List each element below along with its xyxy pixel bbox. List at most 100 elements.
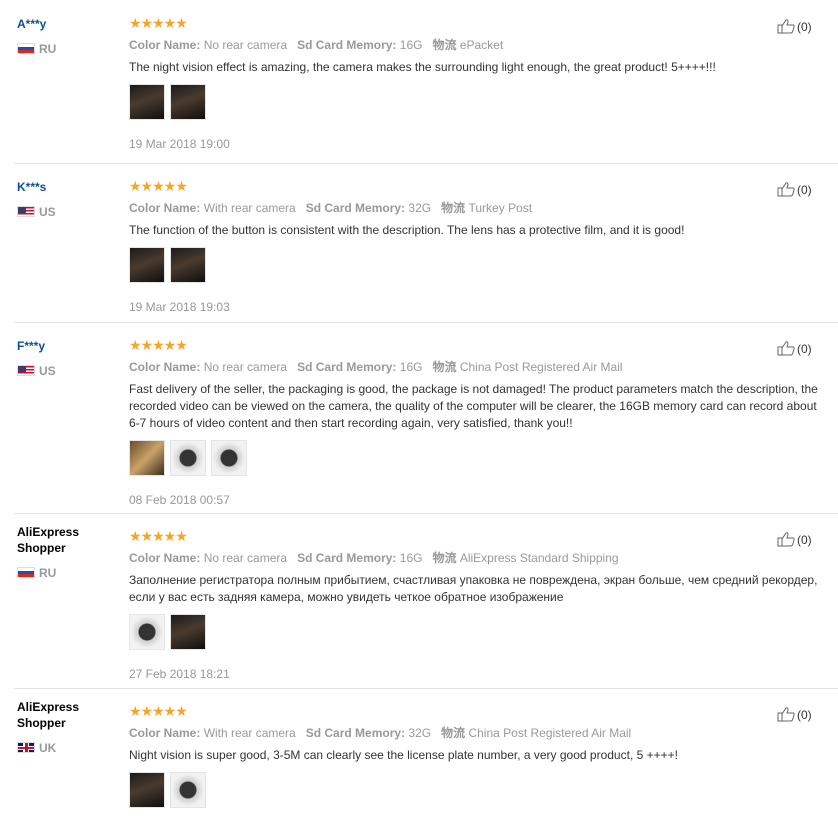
review-text: Fast delivery of the seller, the packagi… — [129, 382, 818, 430]
review-photo-thumbnail[interactable] — [170, 772, 206, 808]
helpful-button[interactable]: (0) — [777, 181, 812, 198]
review-photo-thumbnail[interactable] — [170, 614, 206, 650]
helpful-button[interactable]: (0) — [777, 706, 812, 723]
review-text: The night vision effect is amazing, the … — [129, 60, 716, 74]
country-code: UK — [39, 741, 57, 755]
review-content: ★★★★★ Color Name: With rear camera Sd Car… — [129, 179, 819, 314]
reviewer-country: US — [17, 205, 56, 219]
helpful-button[interactable]: (0) — [777, 531, 812, 548]
review-photo-thumbnail[interactable] — [211, 440, 247, 476]
thumbs-up-icon — [777, 182, 795, 197]
attribute-value: Turkey Post — [468, 201, 533, 215]
review-photo-thumbnail[interactable] — [170, 440, 206, 476]
review-date: 27 Feb 2018 18:21 — [129, 667, 230, 681]
review-item: F***y US ★★★★★ Color Name: No rear camer… — [0, 322, 838, 513]
attribute-key: Color Name: — [129, 551, 201, 565]
review-photos — [129, 247, 819, 283]
reviewer-country: RU — [17, 566, 56, 580]
review-photo-thumbnail[interactable] — [129, 247, 165, 283]
reviewer-name[interactable]: A***y — [17, 16, 112, 32]
order-attributes: Color Name: With rear camera Sd Card Memo… — [129, 201, 819, 215]
review-content: ★★★★★ Color Name: With rear camera Sd Car… — [129, 704, 819, 825]
reviewer-country: RU — [17, 42, 56, 56]
thumbs-up-icon — [777, 341, 795, 356]
attribute-value: 16G — [399, 38, 423, 52]
review-photos — [129, 614, 819, 650]
attribute-value: 16G — [399, 360, 423, 374]
helpful-count: (0) — [797, 20, 812, 34]
helpful-count: (0) — [797, 708, 812, 722]
attribute-key: Sd Card Memory: — [305, 726, 406, 740]
attribute-key: 物流 — [441, 201, 466, 215]
attribute-key: Color Name: — [129, 38, 201, 52]
reviewer-name: AliExpress Shopper — [17, 700, 80, 730]
review-content: ★★★★★ Color Name: No rear camera Sd Card … — [129, 338, 819, 507]
attribute-value: 16G — [399, 551, 423, 565]
helpful-button[interactable]: (0) — [777, 18, 812, 35]
review-item: A***y RU ★★★★★ Color Name: No rear camer… — [0, 0, 838, 163]
review-photo-thumbnail[interactable] — [129, 84, 165, 120]
attribute-key: Sd Card Memory: — [297, 38, 397, 52]
attribute-value: With rear camera — [203, 726, 296, 740]
attribute-key: Sd Card Memory: — [297, 551, 397, 565]
reviewer-name[interactable]: K***s — [17, 179, 112, 195]
country-code: US — [39, 364, 56, 378]
attribute-key: 物流 — [432, 38, 457, 52]
country-code: US — [39, 205, 56, 219]
helpful-button[interactable]: (0) — [777, 340, 812, 357]
flag-uk-icon — [17, 742, 35, 753]
attribute-key: 物流 — [432, 551, 457, 565]
order-attributes: Color Name: No rear camera Sd Card Memory… — [129, 38, 819, 52]
attribute-value: AliExpress Standard Shipping — [459, 551, 619, 565]
reviewer-name: AliExpress Shopper — [17, 525, 80, 555]
attribute-value: With rear camera — [203, 201, 296, 215]
attribute-key: 物流 — [432, 360, 457, 374]
helpful-count: (0) — [797, 533, 812, 547]
review-photo-thumbnail[interactable] — [170, 247, 206, 283]
attribute-value: No rear camera — [203, 360, 288, 374]
star-rating: ★★★★★ — [129, 703, 188, 719]
attribute-value: China Post Registered Air Mail — [459, 360, 623, 374]
flag-ru-icon — [17, 567, 35, 578]
review-photos — [129, 772, 819, 808]
review-photo-thumbnail[interactable] — [170, 84, 206, 120]
thumbs-up-icon — [777, 707, 795, 722]
attribute-value: ePacket — [459, 38, 504, 52]
thumbs-up-icon — [777, 532, 795, 547]
reviewer-name[interactable]: F***y — [17, 338, 112, 354]
reviewer-country: UK — [17, 741, 56, 755]
review-photos — [129, 84, 819, 120]
helpful-count: (0) — [797, 183, 812, 197]
review-photo-thumbnail[interactable] — [129, 440, 165, 476]
flag-us-icon — [17, 365, 35, 376]
reviewer-country: US — [17, 364, 56, 378]
attribute-value: 32G — [408, 201, 432, 215]
country-code: RU — [39, 42, 57, 56]
helpful-count: (0) — [797, 342, 812, 356]
review-photo-thumbnail[interactable] — [129, 614, 165, 650]
order-attributes: Color Name: With rear camera Sd Card Memo… — [129, 726, 819, 740]
order-attributes: Color Name: No rear camera Sd Card Memory… — [129, 360, 819, 374]
country-code: RU — [39, 566, 57, 580]
star-rating: ★★★★★ — [129, 178, 188, 194]
review-content: ★★★★★ Color Name: No rear camera Sd Card … — [129, 16, 819, 151]
star-rating: ★★★★★ — [129, 528, 188, 544]
review-content: ★★★★★ Color Name: No rear camera Sd Card … — [129, 529, 819, 681]
star-rating: ★★★★★ — [129, 15, 188, 31]
review-photos — [129, 440, 819, 476]
review-item: AliExpress Shopper RU ★★★★★ Color Name: … — [0, 513, 838, 688]
review-text: Заполнение регистратора полным прибытием… — [129, 573, 818, 604]
review-item: K***s US ★★★★★ Color Name: With rear cam… — [0, 163, 838, 322]
attribute-value: No rear camera — [203, 38, 288, 52]
attribute-value: China Post Registered Air Mail — [468, 726, 632, 740]
review-text: The function of the button is consistent… — [129, 223, 685, 237]
attribute-key: Sd Card Memory: — [297, 360, 397, 374]
flag-us-icon — [17, 206, 35, 217]
attribute-key: Sd Card Memory: — [305, 201, 406, 215]
flag-ru-icon — [17, 43, 35, 54]
order-attributes: Color Name: No rear camera Sd Card Memory… — [129, 551, 819, 565]
review-photo-thumbnail[interactable] — [129, 772, 165, 808]
review-date: 19 Mar 2018 19:03 — [129, 300, 230, 314]
attribute-key: 物流 — [441, 726, 466, 740]
star-rating: ★★★★★ — [129, 337, 188, 353]
